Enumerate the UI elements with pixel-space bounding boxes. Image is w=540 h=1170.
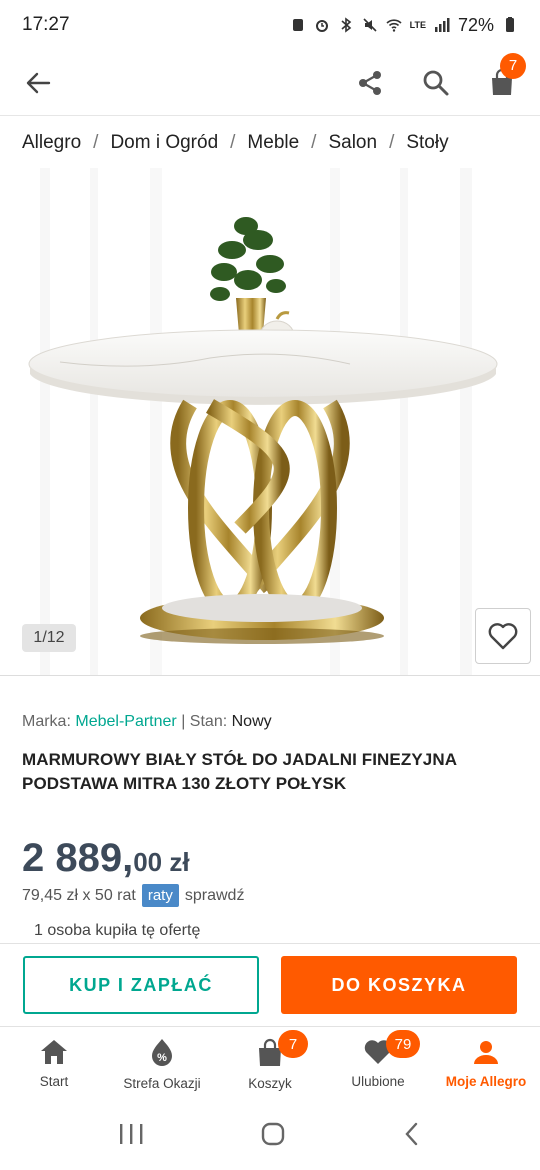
product-gallery[interactable]: 1/12 <box>0 168 540 676</box>
nav-item-moje-allegro[interactable]: Moje Allegro <box>432 1028 540 1102</box>
cart-button[interactable]: 7 <box>486 52 526 99</box>
breadcrumb-separator: / <box>389 132 395 153</box>
status-icons: LTE 72% <box>290 15 518 36</box>
condition-label: Stan: <box>189 713 228 730</box>
arrow-left-icon <box>26 72 51 93</box>
cart-count-badge: 7 <box>278 1030 308 1058</box>
top-app-bar: 7 <box>0 50 540 116</box>
search-button[interactable] <box>420 67 452 99</box>
nav-item-koszyk[interactable]: Koszyk 7 <box>216 1028 324 1102</box>
image-counter: 1/12 <box>22 624 76 652</box>
home-system-button[interactable] <box>260 1121 286 1152</box>
raty-badge[interactable]: raty <box>141 884 179 907</box>
home-icon <box>41 1040 67 1064</box>
status-time: 17:27 <box>22 14 70 35</box>
svg-text:%: % <box>157 1052 167 1064</box>
nav-label-moje-allegro: Moje Allegro <box>445 1074 527 1089</box>
signal-icon <box>434 18 450 32</box>
brand-condition-line: Marka: Mebel-Partner | Stan: Nowy <box>22 713 272 731</box>
share-button[interactable] <box>354 67 386 99</box>
product-title: MARMUROWY BIAŁY STÓŁ DO JADALNI FINEZYJN… <box>22 750 457 793</box>
product-image <box>28 168 498 675</box>
breadcrumb-meble[interactable]: Meble <box>247 132 299 154</box>
breadcrumb-separator: / <box>93 132 99 153</box>
back-system-button[interactable] <box>402 1121 422 1152</box>
heart-outline-icon <box>488 623 518 650</box>
nav-label-koszyk: Koszyk <box>248 1076 292 1091</box>
bottom-navigation: Start % Strefa Okazji Koszyk 7 Ulubione … <box>0 1028 540 1102</box>
installments-text: 79,45 zł x 50 rat <box>22 886 136 904</box>
installments-line: 79,45 zł x 50 rat raty sprawdź <box>22 884 244 907</box>
nav-label-start: Start <box>39 1074 69 1089</box>
battery-percent: 72% <box>457 14 494 35</box>
deals-icon: % <box>152 1039 172 1066</box>
breadcrumb: Allegro / Dom i Ogród / Meble / Salon / … <box>22 132 449 154</box>
nav-label-ulubione: Ulubione <box>351 1074 405 1089</box>
mute-icon <box>363 18 377 32</box>
price: 2 889,00 zł <box>22 836 190 881</box>
brand-label: Marka: <box>22 713 71 730</box>
wifi-icon <box>386 19 402 32</box>
breadcrumb-stoly[interactable]: Stoły <box>406 132 448 154</box>
brand-link[interactable]: Mebel-Partner <box>75 713 176 730</box>
breadcrumb-salon[interactable]: Salon <box>328 132 377 154</box>
breadcrumb-dom-i-ogrod[interactable]: Dom i Ogród <box>110 132 218 154</box>
recent-apps-icon <box>120 1123 143 1144</box>
bluetooth-icon <box>341 17 351 33</box>
notification-icon <box>292 19 303 31</box>
price-main: 2 889, <box>22 836 134 880</box>
add-to-favorites-button[interactable] <box>475 608 531 664</box>
alarm-icon <box>315 20 328 32</box>
toolbar-actions: 7 <box>354 52 526 99</box>
info-divider: | <box>181 713 186 730</box>
system-navigation-bar <box>0 1102 540 1170</box>
battery-icon <box>506 17 514 32</box>
nav-item-start[interactable]: Start <box>0 1028 108 1102</box>
price-decimals: 00 zł <box>133 847 190 877</box>
home-circle-icon <box>261 1122 285 1145</box>
condition-value: Nowy <box>231 713 272 730</box>
chevron-left-icon <box>405 1122 418 1145</box>
breadcrumb-allegro[interactable]: Allegro <box>22 132 81 154</box>
add-to-cart-button[interactable]: DO KOSZYKA <box>281 956 517 1014</box>
purchase-bar: KUP I ZAPŁAĆ DO KOSZYKA <box>0 943 540 1027</box>
status-bar: 17:27 LTE 72% <box>0 0 540 50</box>
network-type: LTE <box>409 19 426 30</box>
favorites-count-badge: 79 <box>386 1030 420 1058</box>
search-icon <box>423 70 449 95</box>
breadcrumb-separator: / <box>230 132 236 153</box>
nav-item-ulubione[interactable]: Ulubione 79 <box>324 1028 432 1102</box>
nav-label-strefa-okazji: Strefa Okazji <box>123 1076 201 1091</box>
user-icon <box>474 1041 498 1064</box>
purchase-count: 1 osoba kupiła tę ofertę <box>34 922 201 939</box>
breadcrumb-separator: / <box>311 132 317 153</box>
buy-now-button[interactable]: KUP I ZAPŁAĆ <box>23 956 259 1014</box>
back-button[interactable] <box>22 67 54 99</box>
check-installments-link[interactable]: sprawdź <box>185 887 245 905</box>
nav-item-strefa-okazji[interactable]: % Strefa Okazji <box>108 1028 216 1102</box>
share-icon <box>359 70 381 95</box>
cart-badge: 7 <box>500 52 526 79</box>
recent-apps-button[interactable] <box>118 1122 144 1151</box>
